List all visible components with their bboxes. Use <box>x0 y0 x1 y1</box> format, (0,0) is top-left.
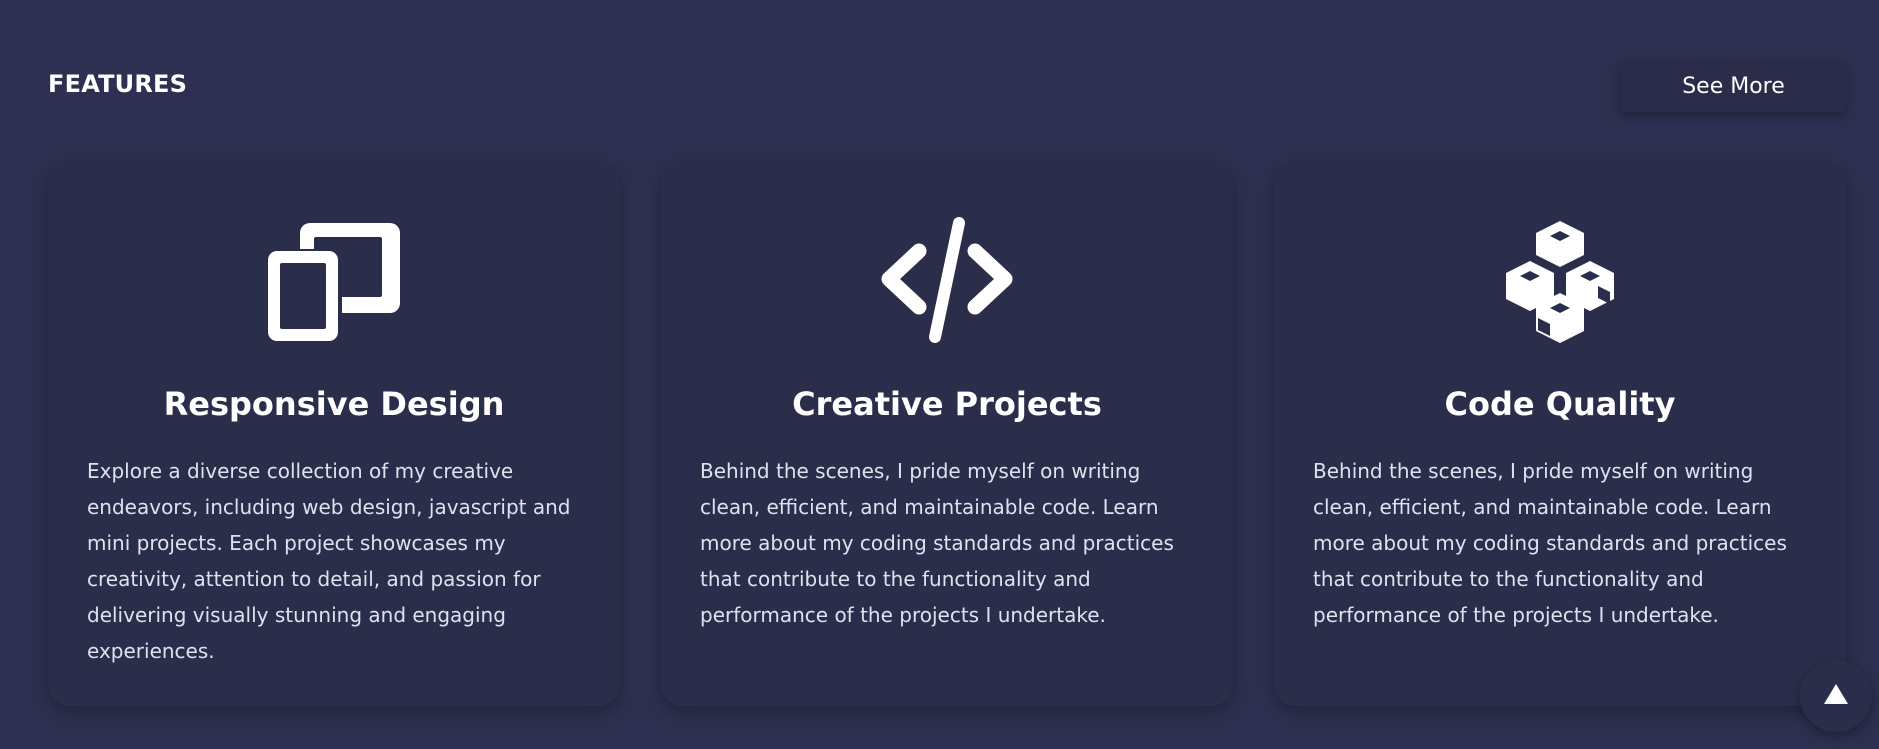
arrow-up-icon <box>1822 682 1850 710</box>
card-title: Creative Projects <box>792 385 1102 423</box>
card-title: Code Quality <box>1444 385 1676 423</box>
cubes-icon <box>1490 215 1630 345</box>
see-more-button[interactable]: See More <box>1620 60 1847 112</box>
card-description: Behind the scenes, I pride myself on wri… <box>1313 459 1787 627</box>
card-description: Explore a diverse collection of my creat… <box>87 459 571 663</box>
code-icon <box>877 215 1017 345</box>
feature-card-creative-projects: Creative Projects Behind the scenes, I p… <box>661 163 1233 706</box>
scroll-to-top-button[interactable] <box>1800 660 1872 732</box>
devices-icon <box>264 215 404 345</box>
section-title: FEATURES <box>48 70 188 98</box>
card-title: Responsive Design <box>163 385 505 423</box>
feature-card-code-quality: Code Quality Behind the scenes, I pride … <box>1274 163 1846 706</box>
features-page: FEATURES See More Responsive Design Expl… <box>0 0 1879 749</box>
feature-card-responsive-design: Responsive Design Explore a diverse coll… <box>48 163 620 706</box>
card-description: Behind the scenes, I pride myself on wri… <box>700 459 1174 627</box>
